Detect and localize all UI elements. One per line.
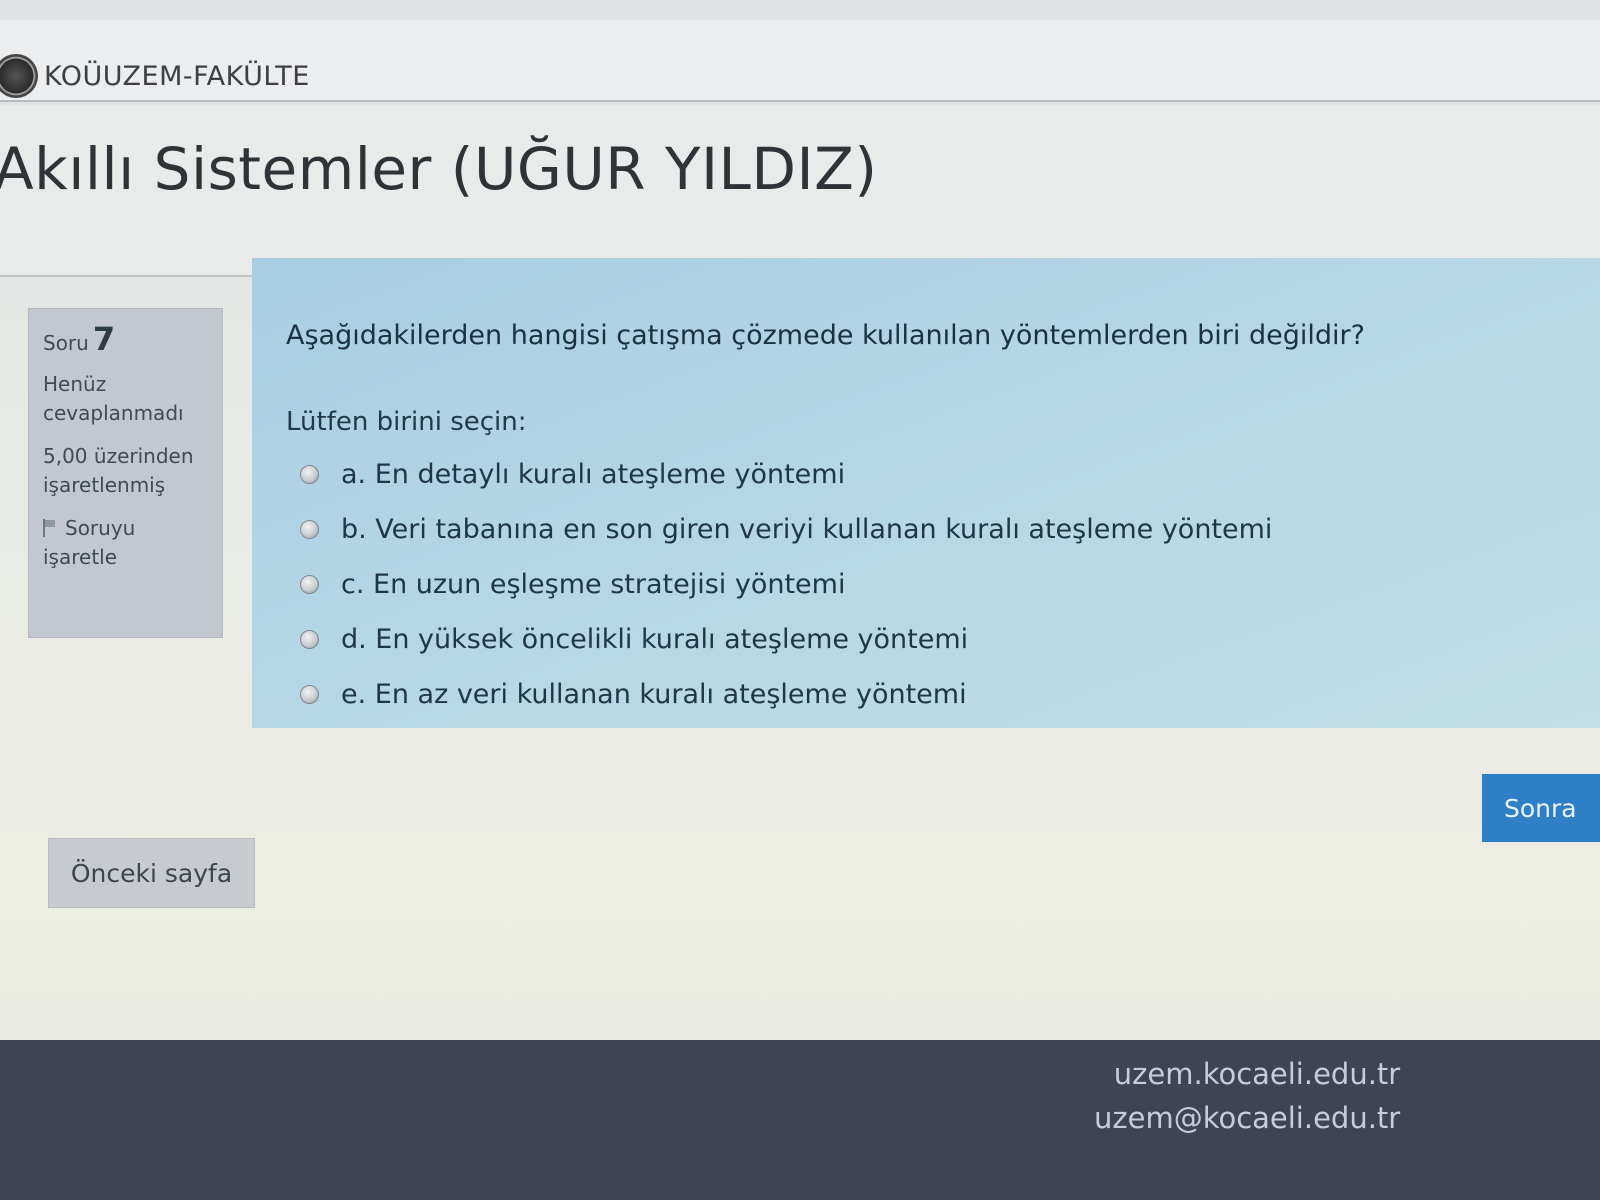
page-title: Akıllı Sistemler (UĞUR YILDIZ): [0, 135, 878, 203]
previous-page-button[interactable]: Önceki sayfa: [48, 838, 255, 908]
question-grade: 5,00 üzerinden işaretlenmiş: [43, 444, 194, 497]
answer-option-b[interactable]: b. Veri tabanına en son giren veriyi kul…: [286, 502, 1578, 557]
footer-website-link[interactable]: uzem.kocaeli.edu.tr: [1094, 1052, 1400, 1096]
university-seal-icon: [0, 54, 38, 98]
radio-icon[interactable]: [300, 685, 319, 704]
flag-question-link[interactable]: Soruyu işaretle: [43, 514, 208, 572]
footer-email-link[interactable]: uzem@kocaeli.edu.tr: [1094, 1096, 1400, 1140]
answer-option-d[interactable]: d. En yüksek öncelikli kuralı ateşleme y…: [286, 612, 1578, 667]
answer-option-e[interactable]: e. En az veri kullanan kuralı ateşleme y…: [286, 667, 1578, 722]
radio-icon[interactable]: [300, 465, 319, 484]
question-state: Henüz cevaplanmadı: [43, 372, 184, 425]
flag-icon: [43, 519, 57, 537]
question-text: Aşağıdakilerden hangisi çatışma çözmede …: [286, 320, 1365, 351]
answer-prompt: Lütfen birini seçin:: [286, 407, 527, 437]
question-number-label: Soru: [43, 331, 89, 355]
answer-option-a[interactable]: a. En detaylı kuralı ateşleme yöntemi: [286, 447, 1578, 502]
answer-label: a. En detaylı kuralı ateşleme yöntemi: [341, 459, 846, 490]
brand-name: KOÜUZEM-FAKÜLTE: [44, 60, 310, 92]
next-page-button[interactable]: Sonra: [1482, 774, 1600, 842]
question-info-panel: Soru 7 Henüz cevaplanmadı 5,00 üzerinden …: [28, 308, 223, 638]
radio-icon[interactable]: [300, 630, 319, 649]
radio-icon[interactable]: [300, 575, 319, 594]
answer-label: b. Veri tabanına en son giren veriyi kul…: [341, 514, 1273, 545]
question-number-value: 7: [92, 320, 116, 358]
answer-label: c. En uzun eşleşme stratejisi yöntemi: [341, 569, 846, 600]
question-content: Aşağıdakilerden hangisi çatışma çözmede …: [252, 258, 1600, 728]
answer-list: a. En detaylı kuralı ateşleme yöntemi b.…: [286, 447, 1578, 722]
question-number: Soru 7: [43, 323, 208, 358]
answer-label: d. En yüksek öncelikli kuralı ateşleme y…: [341, 624, 969, 655]
radio-icon[interactable]: [300, 520, 319, 539]
page: KOÜUZEM-FAKÜLTE Akıllı Sistemler (UĞUR Y…: [0, 0, 1600, 1200]
answer-label: e. En az veri kullanan kuralı ateşleme y…: [341, 679, 967, 710]
answer-option-c[interactable]: c. En uzun eşleşme stratejisi yöntemi: [286, 557, 1578, 612]
footer-links: uzem.kocaeli.edu.tr uzem@kocaeli.edu.tr: [1094, 1052, 1400, 1140]
top-navbar: KOÜUZEM-FAKÜLTE: [0, 20, 1600, 102]
brand-link[interactable]: KOÜUZEM-FAKÜLTE: [0, 54, 310, 98]
